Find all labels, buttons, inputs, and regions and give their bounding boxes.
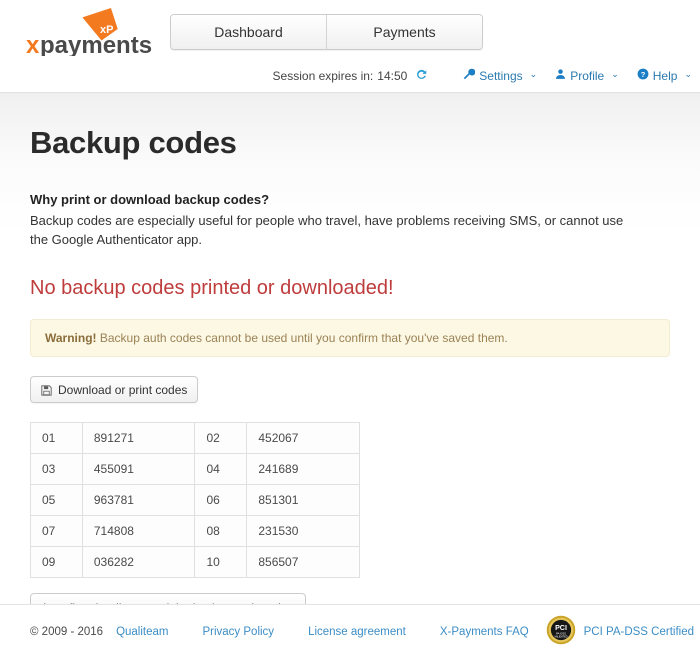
table-row: 03 455091 04 241689 <box>30 453 360 485</box>
utility-bar: Session expires in: 14:50 Settings ⌄ Pro… <box>273 68 692 83</box>
code-value: 856507 <box>246 546 360 578</box>
tab-dashboard[interactable]: Dashboard <box>171 15 327 49</box>
table-row: 09 036282 10 856507 <box>30 546 360 578</box>
code-index: 10 <box>194 546 248 578</box>
menu-profile-label: Profile <box>570 68 605 83</box>
menu-settings-label: Settings <box>479 68 523 83</box>
code-index: 02 <box>194 422 248 454</box>
chevron-down-icon: ⌄ <box>611 69 619 79</box>
footer-link-privacy[interactable]: Privacy Policy <box>202 626 274 638</box>
code-index: 04 <box>194 453 248 485</box>
footer-link-faq[interactable]: X-Payments FAQ <box>440 626 529 638</box>
menu-settings[interactable]: Settings ⌄ <box>463 68 537 83</box>
code-index: 07 <box>30 515 83 547</box>
download-button-label: Download or print codes <box>58 382 188 397</box>
download-or-print-codes-button[interactable]: Download or print codes <box>30 376 199 403</box>
svg-text:?: ? <box>640 70 645 79</box>
wrench-icon <box>463 68 476 83</box>
code-index: 03 <box>30 453 83 485</box>
menu-profile[interactable]: Profile ⌄ <box>555 68 619 83</box>
menu-help-label: Help <box>652 68 678 83</box>
svg-text:payments: payments <box>40 32 152 56</box>
code-index: 09 <box>30 546 83 578</box>
backup-codes-body: 01 891271 02 452067 03 455091 04 241689 … <box>30 422 360 578</box>
warning-text: Backup auth codes cannot be used until y… <box>96 331 508 345</box>
pci-certification: PCI PA-DSS VALIDATED PCI PA-DSS Certifie… <box>546 615 694 648</box>
table-row: 01 891271 02 452067 <box>30 422 360 454</box>
save-icon <box>41 385 52 396</box>
page-title: Backup codes <box>30 125 237 160</box>
code-value: 036282 <box>81 546 196 578</box>
warning-strong: Warning! <box>45 331 97 345</box>
copyright-text: © 2009 - 2016 <box>30 625 104 638</box>
question-circle-icon: ? <box>637 68 649 83</box>
warning-banner: Warning! Backup auth codes cannot be use… <box>30 319 670 357</box>
code-index: 05 <box>30 484 83 516</box>
session-expiry-label: Session expires in: <box>272 68 374 83</box>
code-value: 963781 <box>81 484 196 516</box>
footer-link-license[interactable]: License agreement <box>308 626 406 638</box>
code-value: 455091 <box>81 453 196 485</box>
table-row: 07 714808 08 231530 <box>30 515 360 547</box>
pci-certified-label: PCI PA-DSS Certified <box>583 625 694 638</box>
xpayments-logo[interactable]: xP x payments <box>24 8 159 56</box>
intro-body: Backup codes are especially useful for p… <box>30 213 624 247</box>
chevron-down-icon: ⌄ <box>684 69 692 79</box>
code-value: 241689 <box>246 453 360 485</box>
refresh-icon[interactable] <box>415 69 427 84</box>
intro-question: Why print or download backup codes? <box>30 192 270 207</box>
chevron-down-icon: ⌄ <box>529 69 538 79</box>
no-codes-alert-heading: No backup codes printed or downloaded! <box>30 277 394 299</box>
footer-link-qualiteam[interactable]: Qualiteam <box>116 626 168 638</box>
main-nav-tabs: Dashboard Payments <box>170 14 483 50</box>
code-value: 452067 <box>246 422 360 454</box>
menu-help[interactable]: ? Help ⌄ <box>637 68 692 83</box>
code-index: 08 <box>194 515 248 547</box>
code-index: 01 <box>30 422 83 454</box>
svg-text:PCI: PCI <box>555 624 567 632</box>
tab-payments[interactable]: Payments <box>327 15 482 49</box>
table-row: 05 963781 06 851301 <box>30 484 360 516</box>
user-icon <box>555 68 566 83</box>
code-value: 891271 <box>81 422 196 454</box>
pci-badge-icon: PCI PA-DSS VALIDATED <box>546 615 576 648</box>
code-index: 06 <box>194 484 248 516</box>
svg-text:VALIDATED: VALIDATED <box>554 636 567 639</box>
main-content: Backup codes Why print or download backu… <box>0 93 700 657</box>
svg-text:x: x <box>26 32 40 56</box>
code-value: 851301 <box>246 484 360 516</box>
site-header: xP x payments Dashboard Payments Session… <box>0 0 700 93</box>
code-value: 231530 <box>246 515 360 547</box>
session-expiry-time: 14:50 <box>377 68 408 83</box>
site-footer: © 2009 - 2016 Qualiteam Privacy Policy L… <box>0 604 700 658</box>
code-value: 714808 <box>81 515 196 547</box>
intro-block: Why print or download backup codes? Back… <box>30 190 630 249</box>
backup-codes-table: 01 891271 02 452067 03 455091 04 241689 … <box>30 422 360 578</box>
